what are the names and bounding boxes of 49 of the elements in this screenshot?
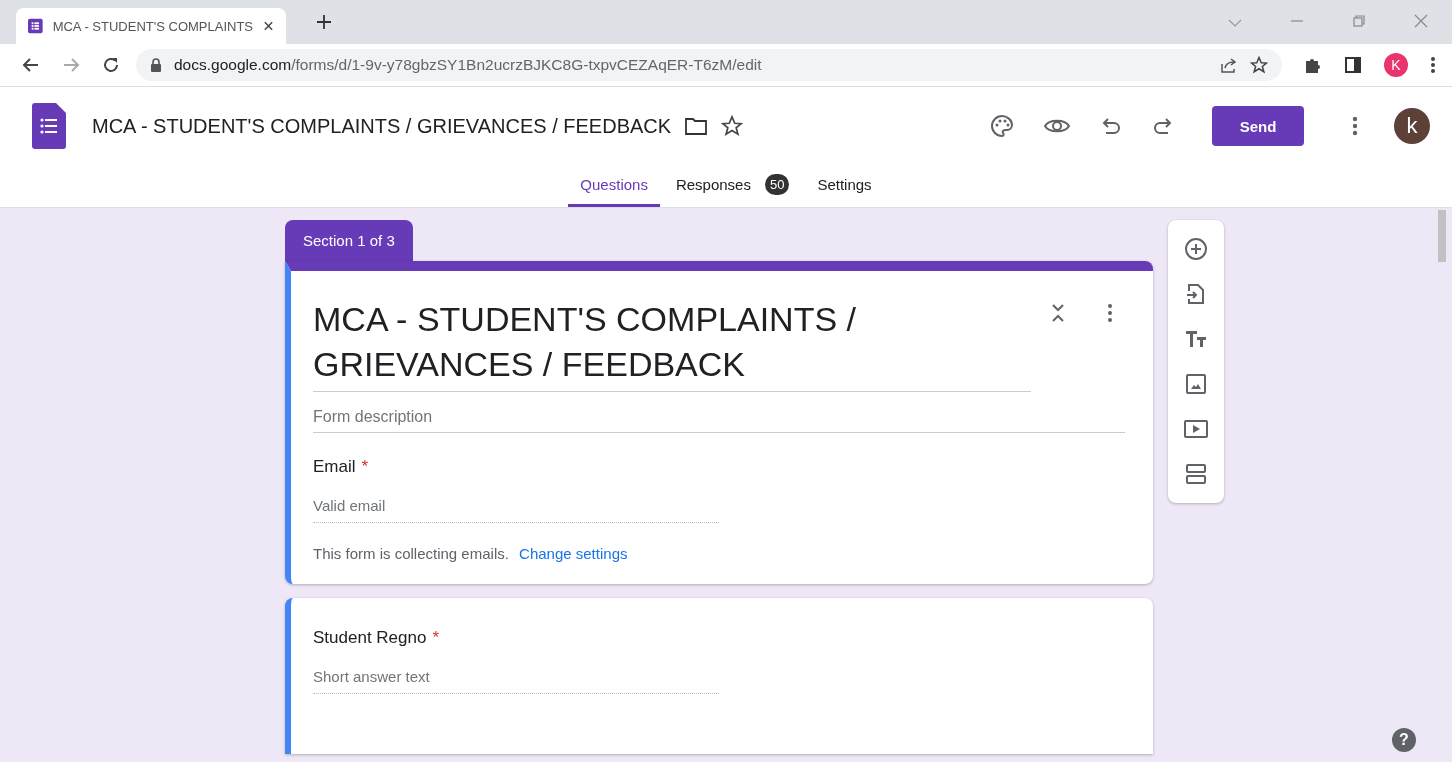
more-icon[interactable]: [1107, 303, 1113, 323]
question-title: Student Regno: [313, 628, 427, 648]
form-tab[interactable]: Settings: [805, 165, 884, 207]
lock-icon: [150, 58, 162, 72]
image-icon[interactable]: [1184, 372, 1208, 396]
share-icon[interactable]: [1220, 56, 1238, 74]
forms-logo-icon[interactable]: [32, 103, 66, 149]
account-avatar[interactable]: k: [1394, 108, 1430, 144]
section-tag: Section 1 of 3: [285, 220, 413, 261]
redo-icon[interactable]: [1152, 115, 1174, 137]
address-bar[interactable]: docs.google.com/forms/d/1-9v-y78gbzSY1Bn2ucrzBJKC8G-txpvCEZAqER-T6zM/edit: [136, 49, 1282, 81]
description-field[interactable]: Form description: [313, 392, 1125, 433]
question-card[interactable]: Student Regno * Short answer text: [285, 598, 1153, 754]
count-badge: 50: [764, 174, 790, 195]
tab-title: MCA - STUDENT'S COMPLAINTS: [52, 18, 254, 34]
required-mark: *: [432, 628, 440, 648]
reload-icon[interactable]: [102, 56, 120, 74]
star-icon[interactable]: [1250, 56, 1268, 74]
collapse-icon[interactable]: [1051, 303, 1065, 323]
more-icon[interactable]: [1430, 56, 1436, 74]
star-icon[interactable]: [721, 115, 744, 137]
browser-tab[interactable]: MCA - STUDENT'S COMPLAINTS: [16, 8, 286, 44]
help-button[interactable]: ?: [1392, 728, 1416, 752]
forms-icon: [28, 18, 43, 34]
palette-icon[interactable]: [990, 114, 1014, 138]
required-mark: *: [361, 457, 369, 477]
back-icon[interactable]: [22, 56, 40, 74]
section-icon[interactable]: [1184, 462, 1208, 486]
scrollbar-thumb[interactable]: [1438, 210, 1446, 262]
new-tab-icon[interactable]: [316, 14, 332, 30]
form-tab[interactable]: Responses 50: [663, 165, 802, 207]
send-button[interactable]: Send: [1212, 106, 1304, 146]
folder-icon[interactable]: [685, 117, 708, 135]
answer-field: Valid email: [313, 477, 719, 523]
undo-icon[interactable]: [1100, 115, 1122, 137]
add-question-icon[interactable]: [1184, 237, 1208, 261]
side-panel-icon[interactable]: [1344, 56, 1362, 74]
question-title: Email: [313, 457, 356, 477]
url-text: docs.google.com/forms/d/1-9v-y78gbzSY1Bn2ucrzBJKC8G-txpvCEZAqER-T6zM/edit: [174, 56, 762, 74]
email-note: This form is collecting emails. Change settings: [313, 545, 629, 562]
profile-avatar[interactable]: K: [1384, 53, 1408, 77]
document-title[interactable]: MCA - STUDENT'S COMPLAINTS / GRIEVANCES / FEEDBACK: [92, 114, 672, 138]
video-icon[interactable]: [1183, 417, 1209, 441]
puzzle-icon[interactable]: [1304, 56, 1322, 74]
answer-field: Short answer text: [313, 648, 719, 694]
change-settings-link[interactable]: Change settings: [519, 545, 628, 562]
more-icon[interactable]: [1352, 116, 1358, 136]
close-icon[interactable]: [263, 20, 274, 32]
form-title-field[interactable]: MCA - STUDENT'S COMPLAINTS / GRIEVANCES / FEEDBACK: [313, 297, 1031, 392]
